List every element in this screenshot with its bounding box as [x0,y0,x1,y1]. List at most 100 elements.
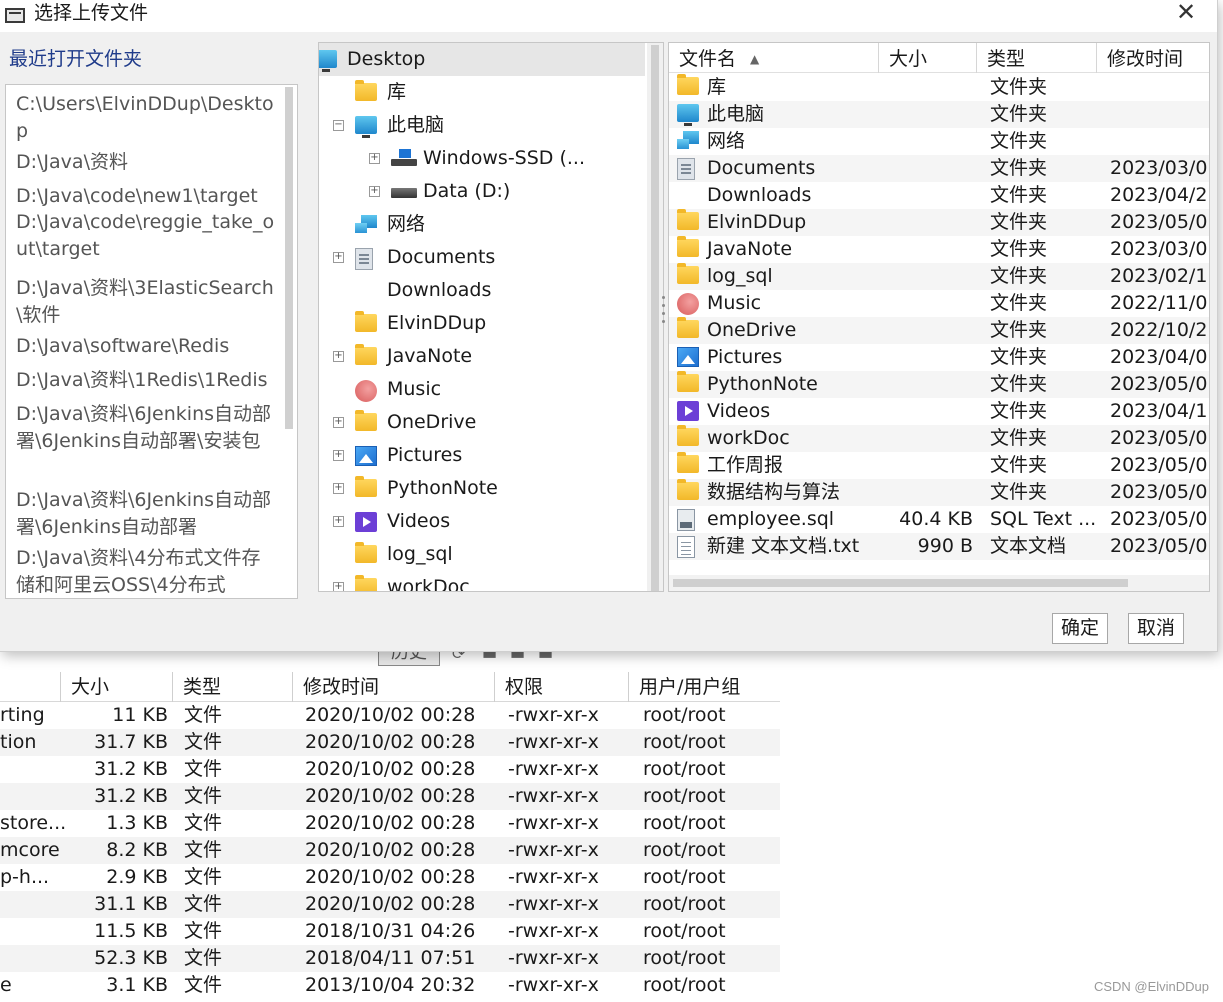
file-row[interactable]: ElvinDDup 文件夹 2023/05/0 [669,209,1209,236]
tree-node[interactable]: Desktop [319,43,645,76]
file-row[interactable]: Pictures 文件夹 2023/04/0 [669,344,1209,371]
background-table-row[interactable]: tion 31.7 KB 文件 2020/10/02 00:28 -rwxr-xr-x r… [0,729,780,756]
background-table-row[interactable]: 31.2 KB 文件 2020/10/02 00:28 -rwxr-xr-x root/… [0,756,780,783]
file-row[interactable]: JavaNote 文件夹 2023/03/0 [669,236,1209,263]
tree-node[interactable]: Music [319,373,645,406]
tree-node[interactable]: + Pictures [319,439,645,472]
file-row[interactable]: Music 文件夹 2022/11/0 [669,290,1209,317]
tree-node[interactable]: ElvinDDup [319,307,645,340]
header-perm[interactable]: 权限 [494,672,628,702]
recent-folder-item[interactable]: D:\Java\code\new1\target [16,183,276,210]
cell-size: 31.1 KB [94,893,168,915]
expand-icon[interactable]: + [333,516,344,527]
ok-button[interactable]: 确定 [1052,613,1108,644]
tree-node[interactable]: + Documents [319,241,645,274]
column-type[interactable]: 类型 [977,43,1097,73]
tree-node[interactable]: + Videos [319,505,645,538]
background-table-row[interactable]: 11.5 KB 文件 2018/10/31 04:26 -rwxr-xr-x root/… [0,918,780,945]
expand-icon[interactable]: + [333,450,344,461]
pane-splitter[interactable] [662,296,666,336]
tree-node[interactable]: + PythonNote [319,472,645,505]
expand-icon[interactable]: + [333,417,344,428]
background-table-row[interactable]: 31.1 KB 文件 2020/10/02 00:28 -rwxr-xr-x root/… [0,891,780,918]
collapse-icon[interactable]: − [333,120,344,131]
column-size[interactable]: 大小 [879,43,977,73]
file-row[interactable]: 新建 文本文档.txt 990 B 文本文档 2023/05/0 [669,533,1209,560]
file-row[interactable]: 此电脑 文件夹 [669,101,1209,128]
background-table-row[interactable]: store... 1.3 KB 文件 2020/10/02 00:28 -rwxr-xr… [0,810,780,837]
expand-icon[interactable]: + [369,186,380,197]
column-name[interactable]: 文件名 ▲ [669,43,879,73]
file-list-scrollbar[interactable] [669,575,1209,591]
file-row[interactable]: employee.sql 40.4 KB SQL Text ... 2023/05/0 [669,506,1209,533]
background-table-row[interactable]: rting 11 KB 文件 2020/10/02 00:28 -rwxr-xr-x ro… [0,702,780,729]
header-type[interactable]: 类型 [172,672,290,702]
tree-node[interactable]: 库 [319,76,645,109]
file-name: 库 [707,76,727,98]
tree-node[interactable]: + OneDrive [319,406,645,439]
folder-icon [355,344,377,365]
recent-folder-item[interactable]: D:\Java\资料\6Jenkins自动部署\6Jenkins自动部署\安装包 [16,401,276,455]
header-owner[interactable]: 用户/用户组 [628,672,780,702]
file-row[interactable]: Downloads 文件夹 2023/04/2 [669,182,1209,209]
recent-folder-item[interactable]: D:\Java\资料\4分布式文件存储和阿里云OSS\4分布式 [16,545,276,598]
header-size[interactable]: 大小 [60,672,170,702]
expand-icon[interactable]: + [333,252,344,263]
cell-date: 2020/10/02 00:28 [305,731,476,753]
tree-node[interactable]: + workDoc [319,571,645,591]
recent-folder-item[interactable]: C:\Users\ElvinDDup\Desktop [16,91,276,145]
tree-scroll-thumb[interactable] [651,45,659,591]
background-table-row[interactable]: 31.2 KB 文件 2020/10/02 00:28 -rwxr-xr-x root/… [0,783,780,810]
file-row[interactable]: 网络 文件夹 [669,128,1209,155]
tree-node-label: Data (D:) [423,180,511,202]
tree-node[interactable]: log_sql [319,538,645,571]
file-scroll-thumb[interactable] [673,579,1128,587]
file-row[interactable]: 工作周报 文件夹 2023/05/0 [669,452,1209,479]
recent-folder-item[interactable]: D:\Java\software\Redis [16,333,276,360]
tree-node[interactable]: + Windows-SSD (... [319,142,645,175]
tree-node[interactable]: Downloads [319,274,645,307]
recent-folder-item[interactable]: D:\Java\资料\1Redis\1Redis [16,367,276,394]
tree-node[interactable]: + JavaNote [319,340,645,373]
file-row[interactable]: 数据结构与算法 文件夹 2023/05/0 [669,479,1209,506]
recent-folder-item[interactable]: D:\Java\code\reggie_take_out\target [16,209,276,263]
expand-icon[interactable]: + [333,483,344,494]
header-date[interactable]: 修改时间 [292,672,494,702]
expand-icon[interactable]: + [333,582,344,591]
tree-node[interactable]: − 此电脑 [319,109,645,142]
tree-node[interactable]: + Data (D:) [319,175,645,208]
column-date[interactable]: 修改时间 [1097,43,1209,73]
file-row[interactable]: Documents 文件夹 2023/03/0 [669,155,1209,182]
tree-scrollbar[interactable] [647,43,663,591]
file-row[interactable]: 库 文件夹 [669,74,1209,101]
recent-folder-item[interactable]: D:\Java\资料\3ElasticSearch\软件 [16,275,276,329]
monitor-icon [355,116,377,138]
recent-folder-item[interactable]: D:\Java\资料 [16,149,276,176]
cancel-button[interactable]: 取消 [1128,613,1184,644]
file-name: PythonNote [707,373,818,395]
background-table-row[interactable]: p-h... 2.9 KB 文件 2020/10/02 00:28 -rwxr-xr-x… [0,864,780,891]
close-button[interactable]: ✕ [1171,0,1201,28]
file-row[interactable]: workDoc 文件夹 2023/05/0 [669,425,1209,452]
recent-folder-item[interactable]: D:\Java\资料\6Jenkins自动部署\6Jenkins自动部署 [16,487,276,541]
tree-node[interactable]: 网络 [319,208,645,241]
expand-icon[interactable]: + [369,153,380,164]
folder-icon [677,74,699,95]
file-row[interactable]: log_sql 文件夹 2023/02/1 [669,263,1209,290]
file-row[interactable]: PythonNote 文件夹 2023/05/0 [669,371,1209,398]
background-table-row[interactable]: 52.3 KB 文件 2018/04/11 07:51 -rwxr-xr-x root/… [0,945,780,972]
download-icon [355,281,375,303]
cell-size: 31.2 KB [94,758,168,780]
background-table-row[interactable]: e 3.1 KB 文件 2013/10/04 20:32 -rwxr-xr-x root/… [0,972,780,999]
doc-icon [355,248,373,270]
folder-icon [677,236,699,257]
file-row[interactable]: OneDrive 文件夹 2022/10/2 [669,317,1209,344]
background-table-row[interactable]: mcore 8.2 KB 文件 2020/10/02 00:28 -rwxr-xr-x r… [0,837,780,864]
file-row[interactable]: Videos 文件夹 2023/04/1 [669,398,1209,425]
cell-owner: root/root [643,812,726,834]
expand-icon[interactable]: + [333,351,344,362]
recent-scrollbar[interactable] [285,87,293,429]
folder-icon [355,542,377,563]
dialog-title: 选择上传文件 [34,2,149,24]
cell-type: 文件 [184,704,223,726]
